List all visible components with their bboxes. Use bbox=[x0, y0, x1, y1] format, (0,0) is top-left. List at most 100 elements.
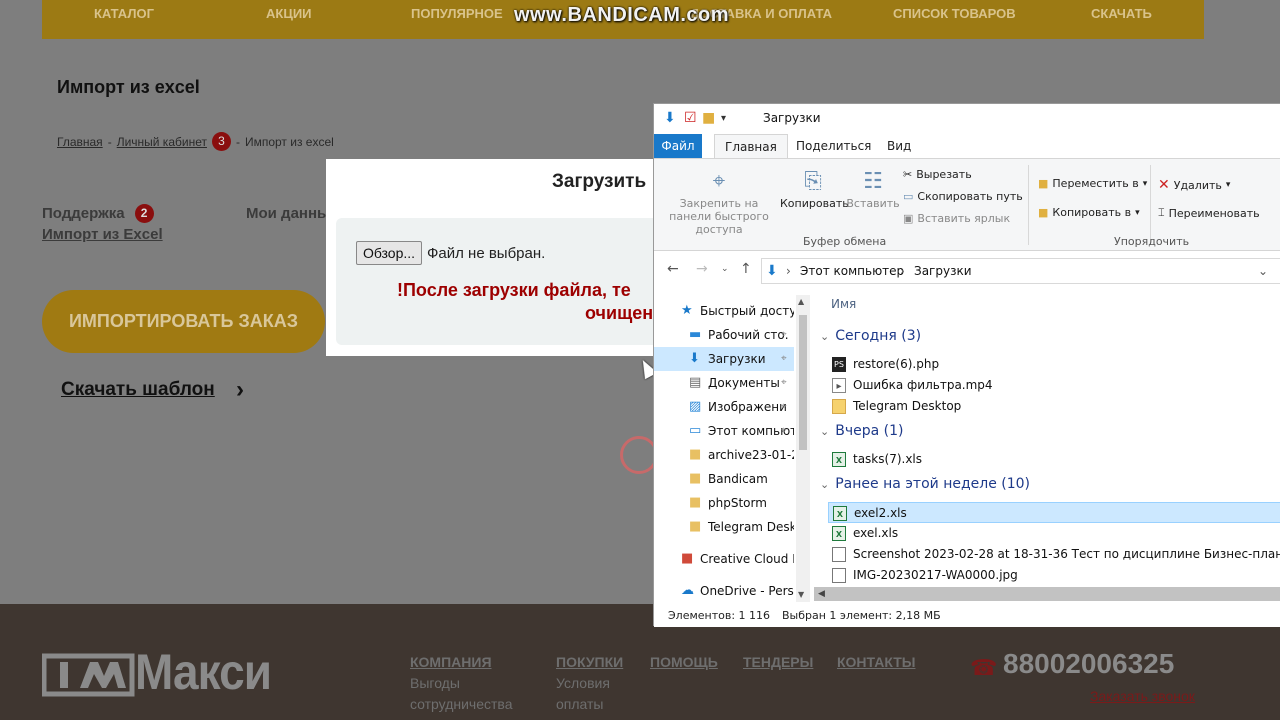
properties-icon[interactable]: ☑ bbox=[684, 110, 697, 126]
nav-product-list[interactable]: СПИСОК ТОВАРОВ bbox=[893, 6, 1016, 21]
sidebar-item-my-data[interactable]: Мои данные bbox=[246, 205, 338, 222]
paste-shortcut-button[interactable]: ▣ Вставить ярлык bbox=[903, 212, 1010, 225]
rename-button[interactable]: ⌶ Переименовать bbox=[1158, 206, 1260, 220]
pin-quick-access-button[interactable]: ⌖ Закрепить на панели быстрого доступа bbox=[660, 169, 778, 236]
nav-download[interactable]: СКАЧАТЬ bbox=[1091, 6, 1152, 21]
copy-label: Копировать bbox=[780, 197, 849, 210]
footer-contacts-link[interactable]: КОНТАКТЫ bbox=[837, 652, 915, 673]
footer-purchases-header[interactable]: ПОКУПКИ bbox=[556, 652, 623, 673]
cabinet-badge: 3 bbox=[211, 132, 231, 151]
nav-catalog[interactable]: КАТАЛОГ bbox=[94, 6, 154, 21]
file-name: restore(6).php bbox=[853, 357, 940, 371]
phone-number[interactable]: 88002006325 bbox=[1003, 648, 1174, 680]
copy-to-button[interactable]: ■ Копировать в ▾ bbox=[1038, 206, 1140, 219]
file-row[interactable]: IMG-20230217-WA0000.jpg bbox=[828, 565, 1280, 586]
group-header-yesterday[interactable]: ⌄ Вчера (1) bbox=[820, 423, 903, 439]
download-icon[interactable]: ⬇ bbox=[664, 110, 676, 126]
footer-company-item[interactable]: сотрудничества bbox=[410, 694, 513, 715]
nav-popular[interactable]: ПОПУЛЯРНОЕ bbox=[411, 6, 503, 21]
nav-bandicam[interactable]: ■ Bandicam bbox=[654, 467, 794, 491]
warning-text-continued: очищен bbox=[585, 303, 654, 323]
nav-this-computer[interactable]: ▭Этот компьютер⌖ bbox=[654, 419, 794, 443]
file-name: exel2.xls bbox=[854, 506, 907, 520]
file-row[interactable]: ▸ Ошибка фильтра.mp4 bbox=[828, 375, 1280, 396]
ribbon-separator bbox=[1028, 165, 1029, 245]
group-header-today[interactable]: ⌄ Сегодня (3) bbox=[820, 328, 921, 344]
nav-archive[interactable]: ■ archive23-01-24 bbox=[654, 443, 794, 467]
recent-locations-icon[interactable]: ⌄ bbox=[721, 264, 729, 274]
move-to-button[interactable]: ■ Переместить в ▾ bbox=[1038, 177, 1147, 190]
file-row[interactable]: Screenshot 2023-02-28 at 18-31-36 Тест п… bbox=[828, 544, 1280, 565]
footer-purchases-item[interactable]: оплаты bbox=[556, 694, 623, 715]
ribbon-tabs: Файл Главная Поделиться Вид bbox=[654, 134, 1280, 158]
nav-documents[interactable]: ▤ Документы ⌖ bbox=[654, 371, 794, 395]
footer-tenders-link[interactable]: ТЕНДЕРЫ bbox=[743, 652, 813, 673]
address-bar[interactable]: ⬇ › Этот компьютер › Загрузки ⌄ bbox=[761, 258, 1280, 284]
customize-toolbar-icon[interactable]: ▾ bbox=[721, 113, 726, 124]
column-header-name[interactable]: Имя bbox=[831, 297, 856, 311]
delete-button[interactable]: ✕ Удалить ▾ bbox=[1158, 177, 1230, 193]
footer-help-link[interactable]: ПОМОЩЬ bbox=[650, 652, 718, 673]
chevron-down-icon[interactable]: ⌄ bbox=[1258, 259, 1268, 283]
nav-images[interactable]: ▨ Изображени ⌖ bbox=[654, 395, 794, 419]
copy-button[interactable]: ⎘ Копировать bbox=[780, 169, 849, 210]
nav-telegram[interactable]: ■ Telegram Desktop bbox=[654, 515, 794, 539]
nav-creative-cloud[interactable]: ■ Creative Cloud Files bbox=[654, 547, 794, 571]
nav-sales[interactable]: АКЦИИ bbox=[266, 6, 312, 21]
tab-file[interactable]: Файл bbox=[654, 134, 702, 158]
breadcrumb-cabinet[interactable]: Личный кабинет bbox=[117, 135, 207, 149]
group-label: Сегодня (3) bbox=[835, 328, 922, 344]
new-folder-icon[interactable]: ■ bbox=[702, 110, 715, 126]
paste-button[interactable]: ☷ Вставить bbox=[846, 169, 900, 210]
scroll-down-icon[interactable]: ▼ bbox=[798, 590, 804, 599]
tab-share[interactable]: Поделиться bbox=[786, 134, 881, 158]
nav-onedrive[interactable]: ☁ OneDrive - Personal bbox=[654, 579, 794, 603]
browse-button[interactable]: Обзор... bbox=[356, 241, 422, 265]
group-header-this-week[interactable]: ⌄ Ранее на этой неделе (10) bbox=[820, 476, 1030, 492]
scroll-left-icon[interactable]: ◀ bbox=[818, 587, 825, 601]
breadcrumb-home[interactable]: Главная bbox=[57, 135, 103, 149]
pin-icon: ⌖ bbox=[781, 329, 787, 340]
cut-button[interactable]: ✂ Вырезать bbox=[903, 168, 972, 181]
file-row[interactable]: PS restore(6).php bbox=[828, 354, 1280, 375]
footer-company-item[interactable]: Выгоды bbox=[410, 673, 513, 694]
file-row[interactable]: Xexel.xls bbox=[828, 523, 1280, 544]
image-file-icon bbox=[832, 568, 846, 583]
nav-quick-access[interactable]: ★ Быстрый доступ bbox=[654, 299, 794, 323]
up-arrow-icon[interactable]: ↑ bbox=[740, 261, 752, 277]
footer-tenders: ТЕНДЕРЫ bbox=[743, 652, 813, 673]
copy-path-button[interactable]: ▭ Скопировать путь bbox=[903, 190, 1023, 203]
support-badge: 2 bbox=[134, 204, 154, 223]
address-row: ← → ⌄ ↑ ⬇ › Этот компьютер › Загрузки ⌄ bbox=[654, 253, 1280, 287]
page-title: Импорт из excel bbox=[57, 77, 200, 97]
nav-scrollbar[interactable]: ▲ ▼ bbox=[796, 295, 810, 602]
nav-phpstorm[interactable]: ■ phpStorm bbox=[654, 491, 794, 515]
file-row[interactable]: Telegram Desktop bbox=[828, 396, 1280, 417]
horizontal-scrollbar[interactable]: ◀ bbox=[814, 587, 1280, 601]
sidebar-item-support[interactable]: Поддержка 2 bbox=[42, 204, 154, 223]
breadcrumb-separator: - bbox=[107, 134, 112, 149]
scroll-thumb[interactable] bbox=[799, 315, 807, 450]
file-row-selected[interactable]: Xexel2.xls bbox=[828, 502, 1280, 523]
footer-purchases-item[interactable]: Условия bbox=[556, 673, 623, 694]
nav-downloads[interactable]: ⬇ Загрузки ⌖ bbox=[654, 347, 794, 371]
back-arrow-icon[interactable]: ← bbox=[667, 261, 679, 277]
sidebar-item-import[interactable]: Импорт из Excel bbox=[42, 226, 163, 243]
path-separator-icon: › bbox=[786, 264, 791, 278]
path-downloads[interactable]: Загрузки bbox=[914, 259, 972, 283]
video-file-icon: ▸ bbox=[832, 378, 846, 393]
tab-home[interactable]: Главная bbox=[714, 134, 788, 158]
download-template-link[interactable]: Скачать шаблон bbox=[61, 379, 215, 401]
import-order-button[interactable]: ИМПОРТИРОВАТЬ ЗАКАЗ bbox=[42, 290, 325, 353]
scroll-up-icon[interactable]: ▲ bbox=[798, 297, 804, 306]
forward-arrow-icon[interactable]: → bbox=[696, 261, 708, 277]
phone-icon: ☎ bbox=[970, 655, 998, 680]
nav-label: Изображени bbox=[708, 400, 787, 414]
file-row[interactable]: Xtasks(7).xls bbox=[828, 449, 1280, 470]
path-this-computer[interactable]: Этот компьютер bbox=[800, 259, 904, 283]
footer-company-header[interactable]: КОМПАНИЯ bbox=[410, 652, 513, 673]
callback-link[interactable]: Заказать звонок bbox=[1090, 688, 1195, 704]
nav-desktop[interactable]: ▬ Рабочий сто. ⌖ bbox=[654, 323, 794, 347]
tab-view[interactable]: Вид bbox=[877, 134, 921, 158]
cut-label: Вырезать bbox=[916, 168, 972, 181]
